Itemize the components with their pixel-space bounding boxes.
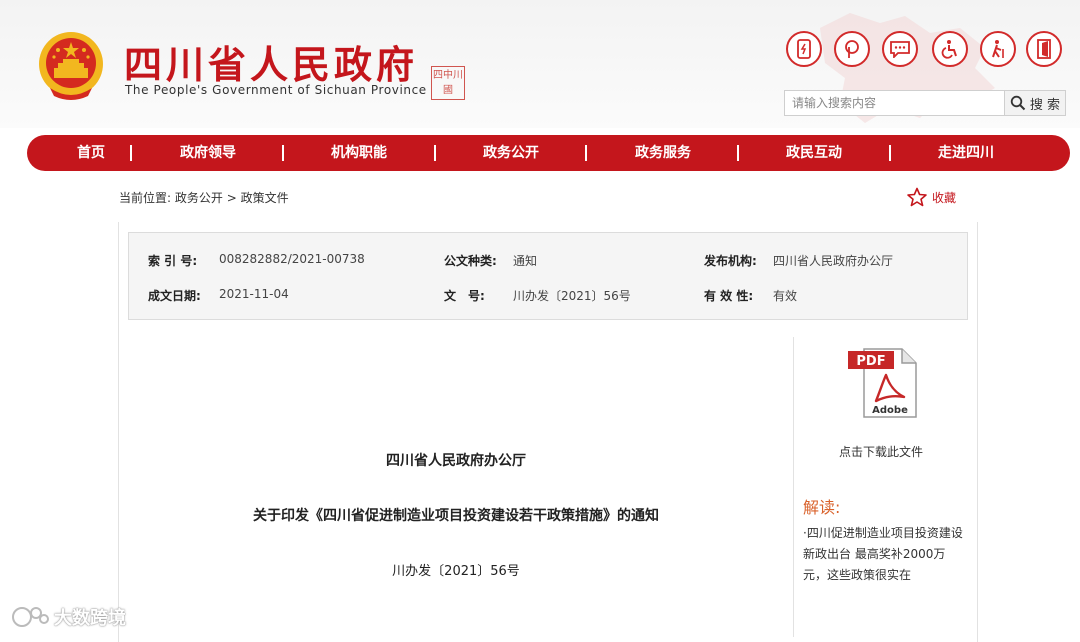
search-button[interactable]: 搜 索 bbox=[1004, 91, 1065, 115]
pdf-file-icon[interactable]: PDF Adobe bbox=[846, 347, 918, 419]
watermark-logo-icon bbox=[12, 607, 49, 627]
favorite-button[interactable]: 收藏 bbox=[906, 187, 956, 207]
org-label: 发布机构: bbox=[704, 254, 757, 268]
sidebar-divider bbox=[793, 337, 794, 637]
nav-separator bbox=[434, 145, 436, 161]
nav-separator bbox=[889, 145, 891, 161]
mobile-icon[interactable] bbox=[786, 31, 822, 67]
breadcrumb-separator: > bbox=[226, 191, 237, 205]
pdf-label: PDF bbox=[856, 354, 885, 369]
nav-separator bbox=[130, 145, 132, 161]
nav-item-leaders[interactable]: 政府领导 bbox=[180, 135, 236, 171]
exit-icon[interactable] bbox=[1026, 31, 1062, 67]
nav-item-functions[interactable]: 机构职能 bbox=[331, 135, 387, 171]
number-value: 川办发〔2021〕56号 bbox=[513, 289, 631, 303]
nav-item-home[interactable]: 首页 bbox=[77, 135, 105, 171]
adobe-label: Adobe bbox=[872, 405, 908, 416]
type-value: 通知 bbox=[513, 254, 538, 268]
validity-value: 有效 bbox=[773, 289, 798, 303]
number-label: 文 号: bbox=[444, 289, 485, 303]
watermark-text: 大数跨境 bbox=[54, 608, 126, 629]
document-title: 关于印发《四川省促进制造业项目投资建设若干政策措施》的通知 bbox=[253, 508, 659, 524]
breadcrumb-item-policy-files[interactable]: 政策文件 bbox=[241, 191, 289, 205]
org-value: 四川省人民政府办公厅 bbox=[773, 254, 894, 268]
watermark: 大数跨境 bbox=[10, 604, 126, 630]
nav-item-interaction[interactable]: 政民互动 bbox=[786, 135, 842, 171]
site-title[interactable]: 四川省人民政府 bbox=[124, 34, 418, 89]
date-label: 成文日期: bbox=[148, 289, 201, 303]
search-button-label: 搜 索 bbox=[1029, 97, 1061, 113]
nav-separator bbox=[282, 145, 284, 161]
seal-logo: 四中川國 bbox=[431, 66, 465, 100]
seal-text: 四中川國 bbox=[433, 70, 463, 96]
search-box: 搜 索 bbox=[784, 90, 1066, 116]
date-value: 2021-11-04 bbox=[219, 287, 289, 301]
search-input[interactable] bbox=[785, 91, 1019, 115]
interpretation-link[interactable]: ·四川促进制造业项目投资建设新政出台 最高奖补2000万元，这些政策很实在 bbox=[803, 523, 965, 586]
nav-item-open-government[interactable]: 政务公开 bbox=[483, 135, 539, 171]
nav-separator bbox=[585, 145, 587, 161]
document-issuer: 四川省人民政府办公厅 bbox=[386, 453, 526, 469]
nav-item-services[interactable]: 政务服务 bbox=[635, 135, 691, 171]
site-subtitle: The People's Government of Sichuan Provi… bbox=[125, 83, 427, 97]
nav-item-about-sichuan[interactable]: 走进四川 bbox=[938, 135, 994, 171]
breadcrumb-item-open-government[interactable]: 政务公开 bbox=[175, 191, 223, 205]
index-label: 索 引 号: bbox=[148, 254, 198, 268]
document-number: 川办发〔2021〕56号 bbox=[392, 564, 520, 579]
accessibility-icon[interactable] bbox=[932, 31, 968, 67]
download-file-link[interactable]: 点击下载此文件 bbox=[839, 443, 923, 460]
weibo-icon[interactable] bbox=[834, 31, 870, 67]
nav-separator bbox=[737, 145, 739, 161]
main-nav: 首页 政府领导 机构职能 政务公开 政务服务 政民互动 走进四川 bbox=[27, 135, 1070, 171]
favorite-label: 收藏 bbox=[932, 190, 957, 205]
star-icon bbox=[907, 187, 927, 207]
chat-icon[interactable] bbox=[882, 31, 918, 67]
breadcrumb: 当前位置: 政务公开 > 政策文件 bbox=[119, 189, 289, 206]
document-info-table: 索 引 号: 008282882/2021-00738 公文种类: 通知 发布机… bbox=[128, 232, 968, 320]
breadcrumb-prefix: 当前位置: bbox=[119, 191, 172, 205]
validity-label: 有 效 性: bbox=[704, 289, 754, 303]
elderly-icon[interactable] bbox=[980, 31, 1016, 67]
type-label: 公文种类: bbox=[444, 254, 497, 268]
national-emblem-icon bbox=[39, 32, 103, 100]
interpretation-title: 解读: bbox=[803, 498, 841, 517]
search-icon bbox=[1010, 95, 1026, 111]
index-value: 008282882/2021-00738 bbox=[219, 252, 365, 266]
